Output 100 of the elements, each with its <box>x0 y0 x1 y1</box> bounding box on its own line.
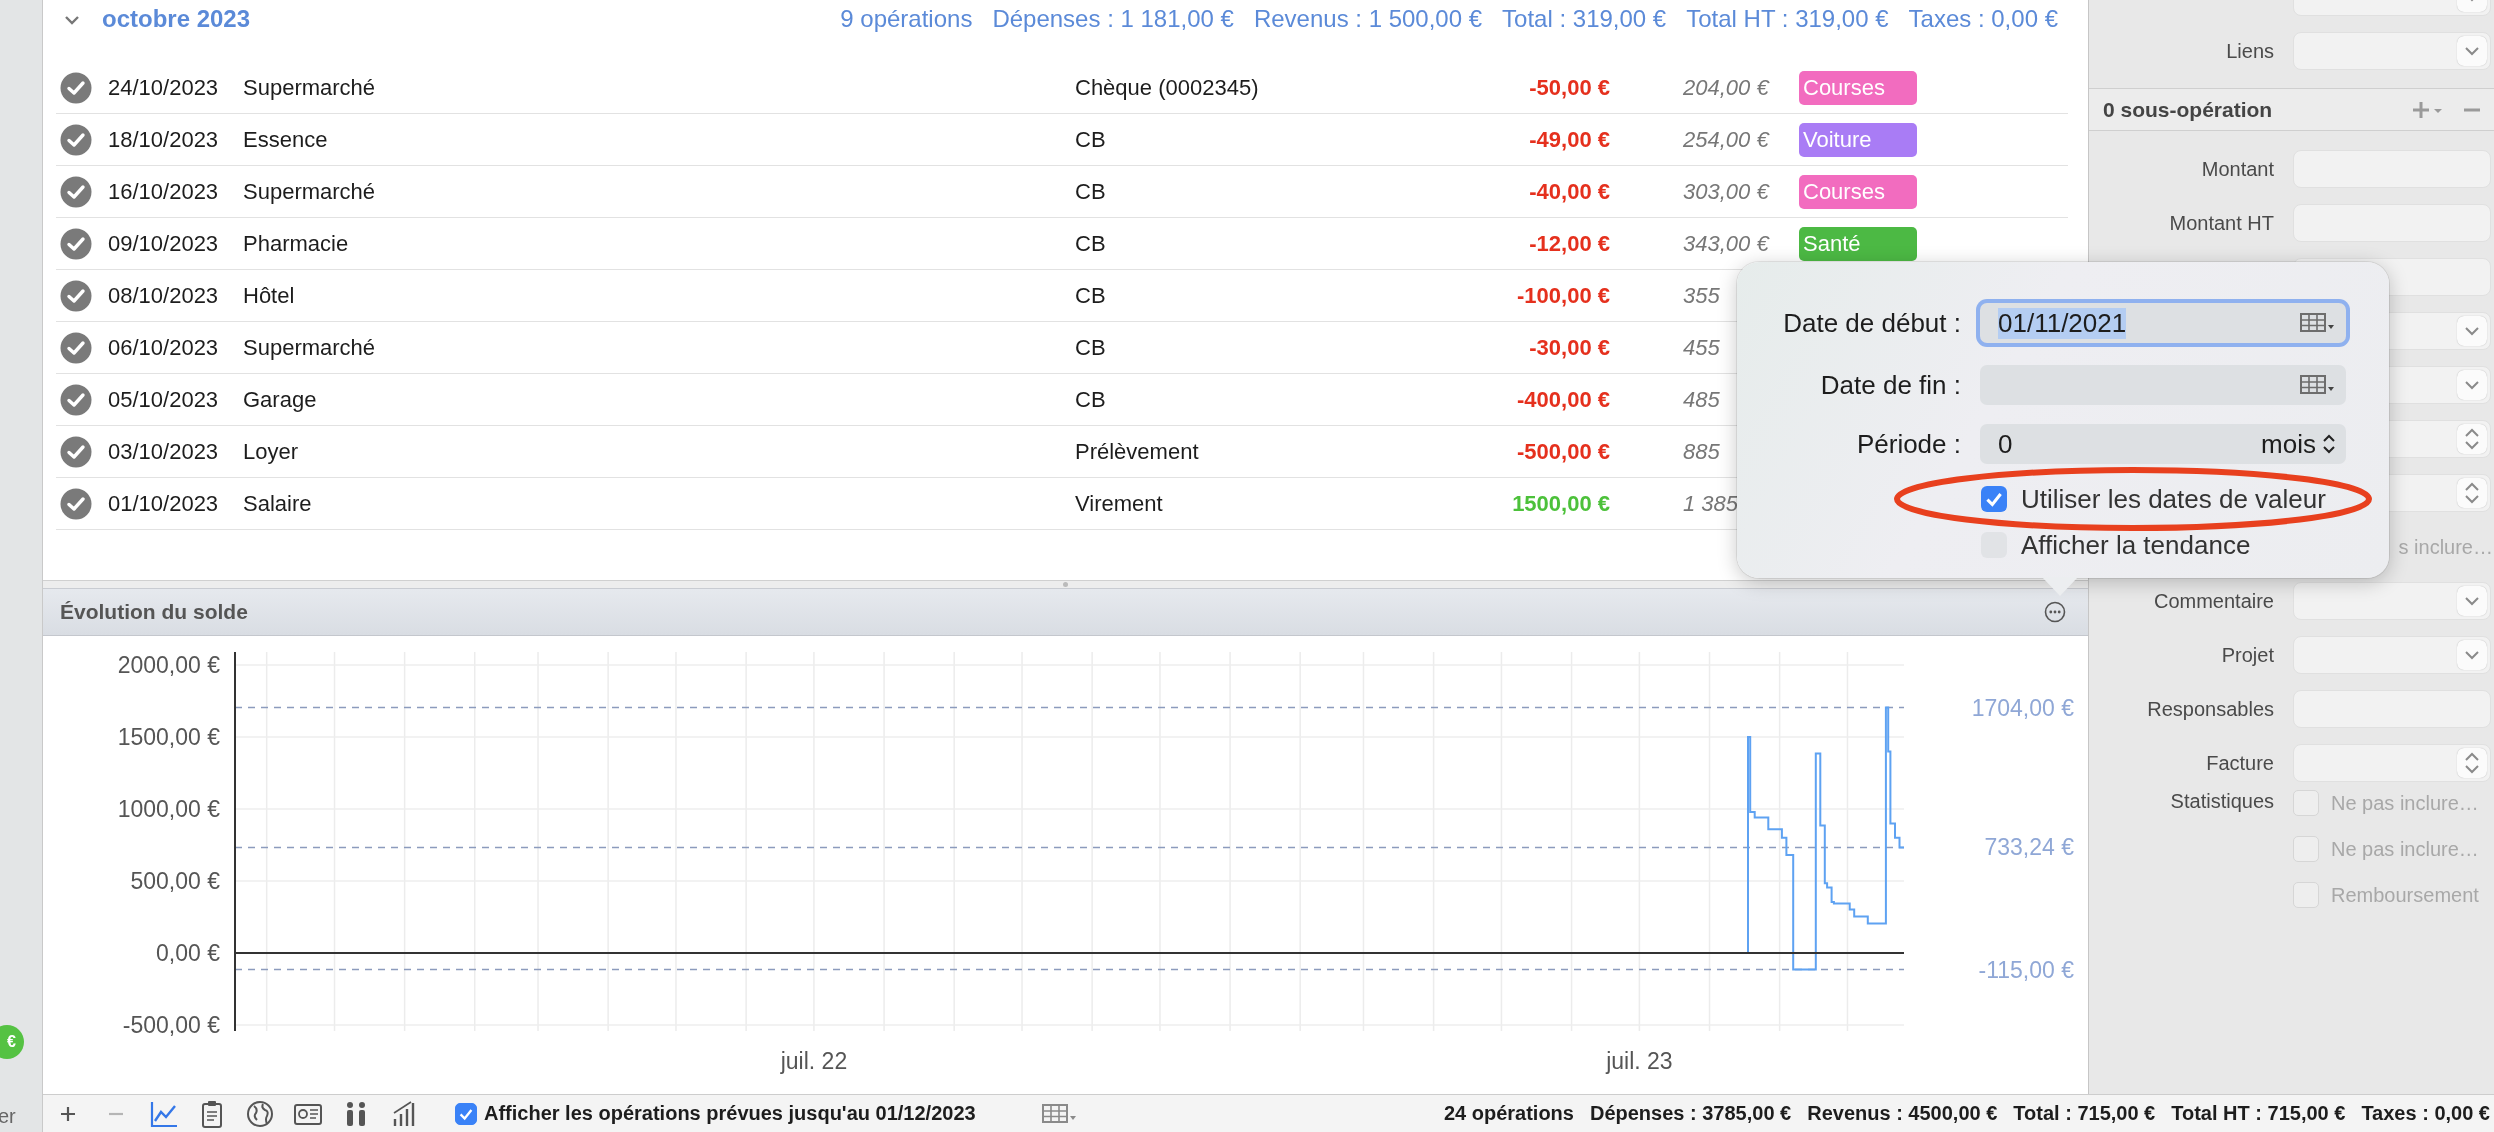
chevron-icon[interactable] <box>2464 326 2480 336</box>
axis-label: 1000,00 € <box>117 796 220 822</box>
check-icon[interactable] <box>60 123 92 156</box>
check-icon[interactable] <box>60 331 92 364</box>
date-cell-text: 01/10/2023 <box>108 490 220 517</box>
amount-cell: -50,00 € <box>1529 74 1610 101</box>
chevron-icon[interactable] <box>2464 380 2480 390</box>
date-cell-text: 16/10/2023 <box>108 178 220 205</box>
check-icon[interactable] <box>60 435 92 468</box>
group-summary: Taxes : 0,00 € <box>1908 5 2058 33</box>
section-title: 0 sous-opération <box>2103 97 2273 122</box>
checkbox-label: Utiliser les dates de valeur <box>2021 483 2326 515</box>
axis-label: -500,00 € <box>122 1012 220 1038</box>
description-cell-text: Pharmacie <box>243 230 350 257</box>
balance-cell-text: 355 <box>1683 282 1721 309</box>
group-summary: 9 opérations <box>840 5 973 33</box>
payment-cell-text: CB <box>1075 230 1107 257</box>
calendar-icon[interactable] <box>1041 1102 1078 1125</box>
payment-cell-text: CB <box>1075 126 1107 153</box>
field-label: Projet <box>2221 643 2274 666</box>
dropdown-field[interactable] <box>2293 636 2491 674</box>
summary-text: Total : 715,00 € <box>2013 1102 2156 1125</box>
summary-text: Dépenses : 3785,00 € <box>1589 1102 1792 1125</box>
check-icon[interactable] <box>60 71 92 104</box>
chevron-icon[interactable] <box>2464 596 2480 606</box>
status-badge: € <box>0 1025 24 1059</box>
group-summary: Revenus : 1 500,00 € <box>1253 5 1483 33</box>
checkbox-label: Afficher la tendance <box>2021 529 2251 561</box>
amount-cell: -12,00 € <box>1529 230 1610 257</box>
date-field[interactable] <box>1980 365 2346 405</box>
axis-label: 500,00 € <box>130 868 220 894</box>
category-tag: Courses <box>1799 70 1917 105</box>
period-field[interactable]: 0 mois <box>1980 424 2346 464</box>
date-cell-text: 05/10/2023 <box>108 386 220 413</box>
description-cell-text: Loyer <box>243 438 300 465</box>
date-cell-text: 06/10/2023 <box>108 334 220 361</box>
category-tag: Voiture <box>1799 122 1917 157</box>
field-label: Facture <box>2206 751 2274 774</box>
balance-cell-text: 885 <box>1683 438 1721 465</box>
axis-label: 2000,00 € <box>117 652 220 678</box>
checkbox-label: Remboursement <box>2331 883 2479 907</box>
payment-cell-text: CB <box>1075 282 1107 309</box>
date-cell-text: 18/10/2023 <box>108 126 220 153</box>
balance-cell-text: 204,00 € <box>1683 74 1771 101</box>
field-label: Montant HT <box>2169 211 2274 234</box>
chevron-icon[interactable] <box>2464 46 2480 56</box>
field-label: Montant <box>2201 157 2274 180</box>
check-icon[interactable] <box>60 279 92 312</box>
group-summary: Dépenses : 1 181,00 € <box>992 5 1234 33</box>
check-icon[interactable] <box>60 487 92 520</box>
dropdown-field[interactable] <box>2293 32 2491 70</box>
check-icon[interactable] <box>60 175 92 208</box>
balance-cell-text: 455 <box>1683 334 1721 361</box>
checkbox-label: s inclure… <box>2398 535 2493 559</box>
category-tag: Santé <box>1799 226 1917 261</box>
payment-cell-text: CB <box>1075 178 1107 205</box>
date-cell-text: 03/10/2023 <box>108 438 220 465</box>
field-label: Date de début : <box>1782 307 1961 339</box>
stepper-icon[interactable] <box>2322 432 2336 456</box>
summary-text: Revenus : 4500,00 € <box>1807 1102 1998 1125</box>
description-cell-text: Supermarché <box>243 74 377 101</box>
amount-cell: 1500,00 € <box>1512 490 1610 517</box>
checkbox-label: Afficher les opérations prévues jusqu'au 01/12/2023 <box>484 1102 976 1125</box>
stepper-field[interactable] <box>2293 744 2491 782</box>
description-cell-text: Supermarché <box>243 334 377 361</box>
amount-cell: -500,00 € <box>1517 438 1610 465</box>
calendar-icon[interactable] <box>2300 374 2336 396</box>
check-icon[interactable] <box>60 227 92 260</box>
checkbox[interactable] <box>1981 486 2007 512</box>
description-cell-text: Salaire <box>243 490 313 517</box>
chart-title: Évolution du solde <box>60 600 248 624</box>
field-label: Liens <box>2226 39 2274 62</box>
payment-cell-text: Virement <box>1075 490 1164 517</box>
summary-text: 24 opérations <box>1443 1102 1574 1125</box>
more-icon[interactable] <box>2044 601 2066 623</box>
amount-cell: -49,00 € <box>1529 126 1610 153</box>
field-label: Statistiques <box>2170 790 2274 812</box>
dropdown-field[interactable] <box>2293 582 2491 620</box>
reference-label: -115,00 € <box>1978 956 2074 983</box>
payment-cell-text: CB <box>1075 334 1107 361</box>
field-label: Période : <box>1855 428 1961 460</box>
payment-cell-text: CB <box>1075 386 1107 413</box>
date-cell-text: 24/10/2023 <box>108 74 220 101</box>
amount-cell: -100,00 € <box>1517 282 1610 309</box>
field-label: Date de fin : <box>1819 369 1961 401</box>
description-cell-text: Supermarché <box>243 178 377 205</box>
chevron-icon[interactable] <box>2464 650 2480 660</box>
checkbox-label: Ne pas inclure… <box>2331 837 2479 861</box>
calendar-icon[interactable] <box>2300 312 2336 334</box>
globe-icon[interactable] <box>245 1098 275 1129</box>
payment-cell-text: Chèque (0002345) <box>1075 74 1260 101</box>
summary-text: Total HT : 715,00 € <box>2171 1102 2346 1125</box>
check-icon[interactable] <box>60 383 92 416</box>
description-cell-text: Hôtel <box>243 282 296 309</box>
checkbox[interactable] <box>455 1102 477 1125</box>
description-cell-text: Garage <box>243 386 318 413</box>
checkbox-label: Ne pas inclure… <box>2331 791 2479 815</box>
balance-cell-text: 485 <box>1683 386 1721 413</box>
balance-cell-text: 303,00 € <box>1683 178 1771 205</box>
axis-label: juil. 23 <box>1606 1048 1673 1074</box>
